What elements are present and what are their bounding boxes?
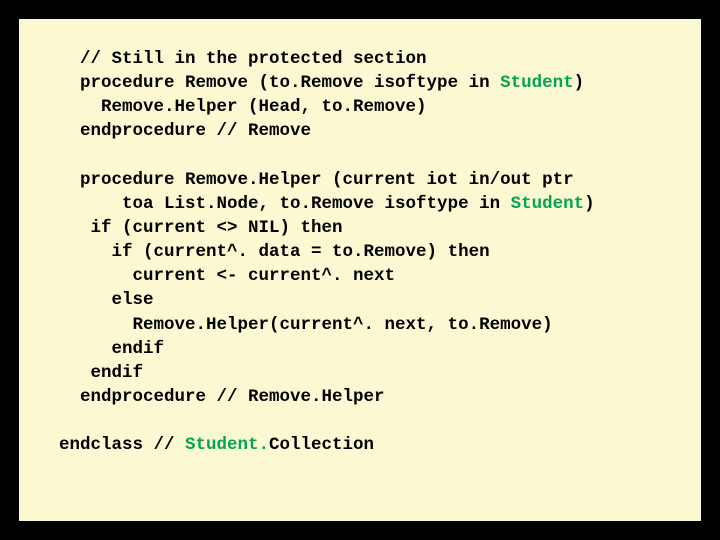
code-line: if (current^. data = to.Remove) then	[59, 242, 490, 262]
keyword-student-collection-part2: Collection	[269, 435, 374, 455]
code-line: else	[59, 290, 154, 310]
code-line: procedure Remove (to.Remove isoftype in	[59, 73, 500, 93]
code-line: endprocedure // Remove.Helper	[59, 387, 385, 407]
keyword-student: Student	[500, 73, 574, 93]
code-line: )	[574, 73, 585, 93]
keyword-student-collection-part1: Student.	[185, 435, 269, 455]
code-line: current <- current^. next	[59, 266, 395, 286]
code-line: endprocedure // Remove	[59, 121, 311, 141]
code-line: if (current <> NIL) then	[59, 218, 343, 238]
code-line: endclass //	[59, 435, 185, 455]
code-line: endif	[59, 363, 143, 383]
code-line: // Still in the protected section	[59, 49, 427, 69]
keyword-student: Student	[511, 194, 585, 214]
code-line: )	[584, 194, 595, 214]
code-slide-frame: // Still in the protected section proced…	[16, 16, 704, 524]
code-line: endif	[59, 339, 164, 359]
code-line: Remove.Helper(current^. next, to.Remove)	[59, 315, 553, 335]
code-line: procedure Remove.Helper (current iot in/…	[59, 170, 574, 190]
code-line: Remove.Helper (Head, to.Remove)	[59, 97, 427, 117]
code-block: // Still in the protected section proced…	[59, 47, 677, 457]
code-line: toa List.Node, to.Remove isoftype in	[59, 194, 511, 214]
